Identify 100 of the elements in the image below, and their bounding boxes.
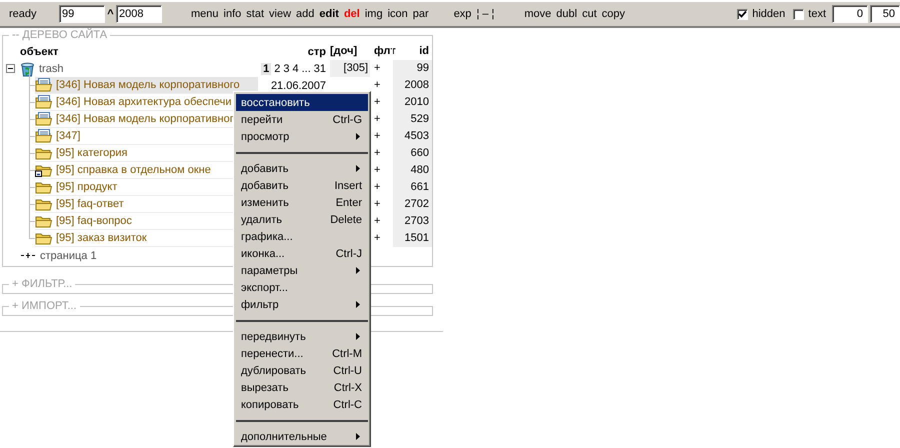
tree-node-label[interactable]: [346] Новая архитектура обеспечи [56, 96, 232, 108]
page-folder-icon [35, 95, 53, 109]
table-cell: 480 [392, 162, 432, 179]
page-link[interactable]: 4 [292, 62, 299, 74]
tree-node-label[interactable]: [95] faq-вопрос [56, 215, 132, 227]
page-link[interactable]: 2 [274, 62, 280, 74]
menu-item[interactable]: дополнительные [236, 428, 368, 445]
column-header: объект [19, 44, 60, 60]
toolbar-link[interactable]: menu [191, 8, 219, 20]
toolbar-link[interactable]: img [364, 8, 383, 20]
folder-icon [35, 214, 53, 228]
checkbox-label: text [808, 8, 826, 20]
table-cell-text: + [373, 95, 382, 110]
range-to-field[interactable]: 50 [870, 5, 900, 23]
table-cell-text: + [373, 146, 382, 161]
date-cell-text: 21.06.2007 [270, 80, 327, 92]
table-cell: 661 [392, 179, 432, 196]
menu-item[interactable]: изменить Enter [236, 194, 368, 211]
menu-item[interactable]: фильтр [236, 296, 368, 313]
toolbar-link[interactable]: par [412, 8, 429, 20]
table-cell-text: + [373, 129, 382, 144]
menu-item[interactable]: удалить Delete [236, 211, 368, 228]
checkbox[interactable] [737, 8, 748, 20]
menu-item[interactable]: добавить Insert [236, 177, 368, 194]
toolbar-link[interactable]: edit [319, 8, 339, 20]
toolbar-link[interactable]: view [269, 8, 292, 20]
page-link[interactable]: 3 [283, 62, 290, 74]
table-cell: 4503 [392, 128, 432, 145]
tree-node-label[interactable]: trash [39, 62, 64, 74]
collapse-icon[interactable] [6, 64, 15, 73]
page-link[interactable]: 1 [261, 62, 272, 74]
tree-node-label[interactable]: [95] справка в отдельном окне [56, 164, 211, 176]
table-cell: 99 [392, 60, 432, 77]
page-folder-icon [35, 112, 53, 126]
toolbar-link[interactable]: ¦ – ¦ [476, 8, 494, 20]
tree-node-label[interactable]: [95] faq-ответ [56, 198, 124, 210]
parent-link[interactable]: ^ [105, 8, 116, 20]
table-cell: 2702 [392, 196, 432, 213]
menu-item[interactable]: перенести... Ctrl-M [236, 345, 368, 362]
page-link[interactable]: 31 [314, 62, 326, 74]
page-folder-icon [35, 78, 53, 92]
table-cell-text: + [373, 78, 382, 93]
column-header: стр [306, 46, 327, 58]
menu-item[interactable]: дублировать Ctrl-U [236, 362, 368, 379]
tree-node-label[interactable]: [347] [56, 130, 80, 142]
menu-item[interactable]: добавить [236, 160, 368, 177]
table-cell: [305] [330, 60, 370, 77]
menu-item[interactable]: графика... [236, 228, 368, 245]
folder-icon [35, 197, 53, 211]
table-cell: 529 [392, 111, 432, 128]
table-cell: 2010 [392, 94, 432, 111]
table-cell: 1501 [392, 230, 432, 247]
toolbar-link[interactable]: copy [602, 8, 626, 20]
tree-node-label[interactable]: [346] Новая модель корпоративног [56, 113, 234, 125]
parent-field[interactable]: 2008 [116, 5, 162, 23]
submenu-arrow-icon [356, 133, 360, 140]
checkbox[interactable] [793, 8, 804, 20]
toolbar-link[interactable]: icon [388, 8, 408, 20]
page-link[interactable]: ... [302, 62, 311, 74]
menu-item[interactable]: параметры [236, 262, 368, 279]
folder-icon [35, 231, 53, 245]
menu-item[interactable]: копировать Ctrl-C [236, 396, 368, 413]
table-cell-text: + [373, 214, 382, 229]
range-from-field[interactable]: 0 [832, 5, 868, 23]
page-node-icon [20, 251, 36, 260]
menu-item[interactable]: иконка... Ctrl-J [236, 245, 368, 262]
toolbar-link[interactable]: stat [246, 8, 264, 20]
toolbar-link[interactable]: cut [582, 8, 597, 20]
folder-shortcut-icon [35, 163, 53, 177]
toolbar-link[interactable]: dubl [556, 8, 578, 20]
menu-item[interactable]: перейти Ctrl-G [236, 111, 368, 128]
table-cell-text: + [373, 61, 382, 76]
menu-item[interactable]: восстановить [236, 94, 368, 111]
table-cell-text: + [373, 163, 382, 178]
folder-icon [35, 146, 53, 160]
submenu-arrow-icon [356, 165, 360, 172]
folder-icon [35, 180, 53, 194]
table-cell: 2703 [392, 213, 432, 230]
tree-node-label[interactable]: [95] заказ визиток [56, 232, 147, 244]
recycle-bin-icon [19, 60, 36, 76]
tree-node-label[interactable]: [95] продукт [56, 181, 118, 193]
submenu-arrow-icon [356, 333, 360, 340]
menu-item[interactable]: просмотр [236, 128, 368, 145]
column-header: [доч] [330, 44, 358, 59]
toolbar-link[interactable]: move [524, 8, 552, 20]
menu-item[interactable]: передвинуть [236, 328, 368, 345]
table-cell-text: + [373, 197, 382, 212]
id-field[interactable]: 99 [59, 5, 105, 23]
toolbar-link[interactable]: info [224, 8, 242, 20]
tree-node-label[interactable]: [95] категория [56, 147, 128, 159]
table-cell-text: + [373, 112, 382, 127]
menu-item[interactable]: вырезать Ctrl-X [236, 379, 368, 396]
submenu-arrow-icon [356, 301, 360, 308]
toolbar-link[interactable]: exp [454, 8, 472, 20]
menu-item[interactable]: экспорт... [236, 279, 368, 296]
status-text: ready [9, 8, 38, 20]
tree-node-label[interactable]: страница 1 [40, 250, 97, 262]
toolbar-link[interactable]: add [296, 8, 314, 20]
checkbox-label: hidden [752, 8, 786, 20]
table-cell: 2008 [392, 77, 432, 94]
